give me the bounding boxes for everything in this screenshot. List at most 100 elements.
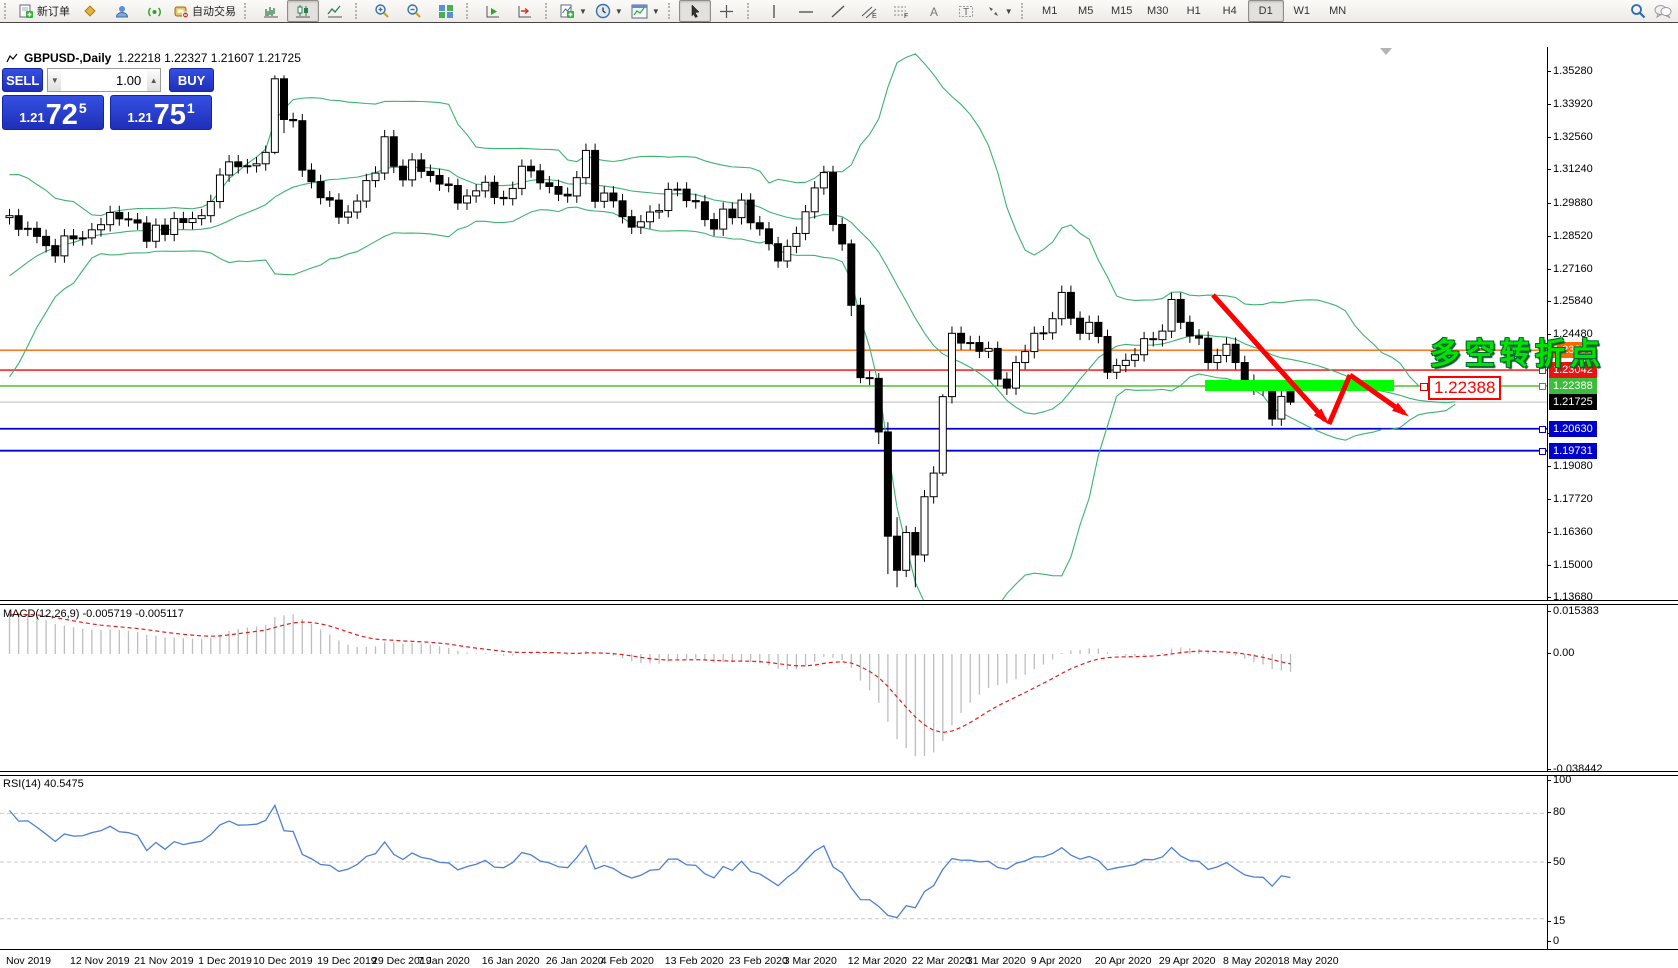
dropdown-caret-icon: ▼ [1004, 6, 1013, 16]
auto-trading-button[interactable]: 自动交易 [170, 0, 240, 22]
horizontal-line-tool-button[interactable] [790, 0, 822, 22]
price-tick-1.28520: 1.28520 [1547, 229, 1593, 242]
vertical-line-tool-button[interactable] [758, 0, 790, 22]
candle [957, 332, 966, 344]
sell-price-display[interactable]: 1.21 72 5 [2, 95, 104, 130]
price-badge-1.19731: 1.19731 [1549, 442, 1597, 459]
timeframe-d1[interactable]: D1 [1247, 0, 1284, 22]
time-label: 3 Mar 2020 [783, 955, 837, 967]
candle [508, 187, 517, 200]
volume-input[interactable] [61, 68, 148, 92]
text-tool-button[interactable]: A [918, 0, 950, 22]
cursor-tool-button[interactable] [678, 0, 711, 22]
timeframe-h1[interactable]: H1 [1176, 0, 1212, 22]
zoom-out-button[interactable] [398, 0, 430, 22]
indicators-button[interactable]: ▼ [556, 0, 591, 22]
price-badge-1.22388: 1.22388 [1549, 377, 1597, 394]
candle [966, 342, 975, 345]
timeframe-m30[interactable]: M30 [1140, 0, 1176, 22]
candle [710, 219, 719, 230]
chart-window: 1.35280 1.33920 1.32560 1.31240 1.29880 1.285… [0, 22, 1678, 968]
chart-shift-button[interactable] [509, 0, 541, 22]
line-chart-mode-button[interactable] [319, 0, 351, 22]
price-tag-label[interactable]: 1.22388 [1428, 376, 1502, 400]
candle [1066, 291, 1075, 319]
volume-increase-button[interactable]: ▲ [147, 68, 162, 92]
rsi-pane-separator[interactable] [0, 771, 1678, 776]
signals-button[interactable] [138, 0, 170, 22]
toolbar-handle[interactable] [355, 3, 363, 19]
timeframe-h4[interactable]: H4 [1212, 0, 1248, 22]
trendline-tool-button[interactable] [822, 0, 854, 22]
bar-chart-icon [264, 6, 278, 17]
toolbar-handle[interactable] [1020, 3, 1029, 19]
candle [380, 136, 389, 174]
vertical-line-icon [773, 4, 775, 18]
clock-icon [595, 3, 611, 19]
search-icon[interactable] [1630, 3, 1646, 19]
candle [289, 118, 298, 122]
candle [1002, 378, 1011, 389]
toolbar-handle[interactable] [545, 3, 553, 19]
candle [527, 165, 536, 172]
templates-button[interactable]: ▼ [627, 0, 664, 22]
price-tick-1.17720: 1.17720 [1547, 492, 1593, 505]
candle [243, 165, 252, 168]
toolbar-handle[interactable] [4, 3, 12, 19]
zoom-in-button[interactable] [366, 0, 398, 22]
history-center-button[interactable] [74, 0, 106, 22]
candlestick-chart[interactable] [0, 23, 1548, 949]
timeframe-mn[interactable]: MN [1320, 0, 1356, 22]
candle [838, 223, 847, 245]
toolbar-handle[interactable] [466, 3, 474, 19]
community-button[interactable] [106, 0, 138, 22]
channel-tool-button[interactable]: E [854, 0, 886, 22]
time-label: 23 Feb 2020 [728, 955, 788, 967]
candle [829, 172, 837, 225]
candle [1130, 354, 1139, 361]
candle [133, 219, 142, 224]
toolbar-handle[interactable] [667, 3, 676, 19]
toolbar-handle[interactable] [244, 3, 252, 19]
timeframe-m5[interactable]: M5 [1068, 0, 1104, 22]
toolbar-handle[interactable] [746, 3, 755, 19]
macd-pane-separator[interactable] [0, 600, 1678, 605]
candle [536, 170, 545, 184]
arrows-tool-button[interactable]: ▼ [982, 0, 1017, 22]
text-label-tool-button[interactable]: T [950, 0, 982, 22]
crosshair-tool-button[interactable] [711, 0, 743, 22]
candle [362, 180, 371, 202]
candle [947, 332, 956, 398]
turning-point-annotation[interactable]: 多空转折点 [1430, 329, 1605, 373]
bar-chart-mode-button[interactable] [255, 0, 287, 22]
buy-button[interactable]: BUY [169, 68, 214, 92]
auto-scroll-button[interactable] [477, 0, 509, 22]
candle [206, 201, 215, 217]
time-axis[interactable]: Nov 2019 12 Nov 2019 21 Nov 2019 1 Dec 2019… [0, 949, 1678, 968]
timeframe-w1[interactable]: W1 [1284, 0, 1320, 22]
timeframe-m1[interactable]: M1 [1032, 0, 1068, 22]
periods-button[interactable]: ▼ [591, 0, 627, 22]
chat-icon[interactable] [1654, 4, 1672, 19]
candlestick-mode-button[interactable] [287, 0, 319, 22]
time-label: 22 Mar 2020 [911, 955, 971, 967]
chart-shift-marker[interactable] [1380, 48, 1392, 55]
buy-price-display[interactable]: 1.21 75 1 [110, 95, 212, 130]
auto-trading-icon [174, 6, 189, 18]
candle [755, 222, 764, 230]
volume-decrease-button[interactable]: ▼ [47, 68, 62, 92]
candle [261, 151, 270, 165]
candle [902, 532, 911, 571]
sell-price-pip: 5 [78, 100, 87, 116]
candle [87, 229, 96, 239]
candle [280, 78, 288, 120]
candle [865, 377, 874, 380]
chart-corner-icon [6, 53, 18, 63]
tile-windows-button[interactable] [430, 0, 462, 22]
timeframe-m15[interactable]: M15 [1104, 0, 1140, 22]
new-order-button[interactable]: 新订单 [15, 0, 74, 22]
svg-text:F: F [904, 13, 908, 19]
fibonacci-tool-button[interactable]: F [886, 0, 918, 22]
candle [627, 216, 636, 228]
sell-button[interactable]: SELL [2, 68, 44, 92]
